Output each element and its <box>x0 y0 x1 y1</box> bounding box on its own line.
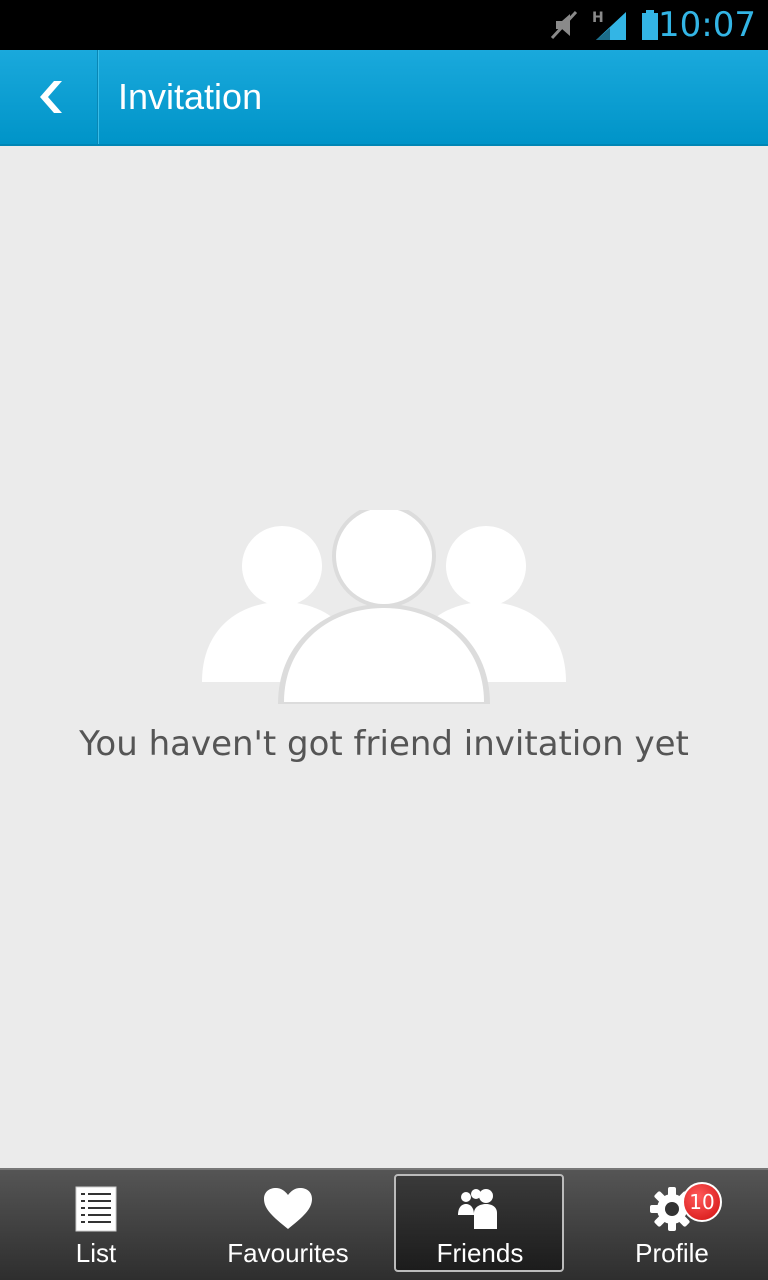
people-group-icon <box>202 510 566 704</box>
tab-friends-label: Friends <box>436 1238 524 1268</box>
heart-icon <box>263 1184 313 1234</box>
tab-favourites[interactable]: Favourites <box>192 1170 384 1280</box>
list-icon <box>71 1184 121 1234</box>
empty-state: You haven't got friend invitation yet <box>0 146 768 1168</box>
network-type-label: H <box>592 10 604 26</box>
back-button[interactable] <box>0 50 98 144</box>
tab-profile-label: Profile <box>635 1238 709 1268</box>
bottom-tab-bar: List Favourites Friends 10 Profile <box>0 1168 768 1280</box>
friends-icon <box>453 1184 503 1234</box>
tab-list-label: List <box>75 1238 117 1268</box>
chevron-left-icon <box>39 81 62 113</box>
tab-list[interactable]: List <box>0 1170 192 1280</box>
status-bar: H 10:07 <box>0 0 768 50</box>
notification-badge: 10 <box>682 1182 722 1222</box>
battery-icon <box>642 10 658 40</box>
status-time: 10:07 <box>658 5 756 45</box>
tab-favourites-label: Favourites <box>227 1238 349 1268</box>
status-icons: H <box>550 8 670 42</box>
tab-profile[interactable]: 10 Profile <box>576 1170 768 1280</box>
empty-message: You haven't got friend invitation yet <box>79 724 689 764</box>
header-bar: Invitation <box>0 50 768 146</box>
mute-icon <box>550 10 578 40</box>
tab-friends[interactable]: Friends <box>392 1170 584 1280</box>
page-title: Invitation <box>118 76 263 117</box>
signal-icon: H <box>592 10 626 40</box>
